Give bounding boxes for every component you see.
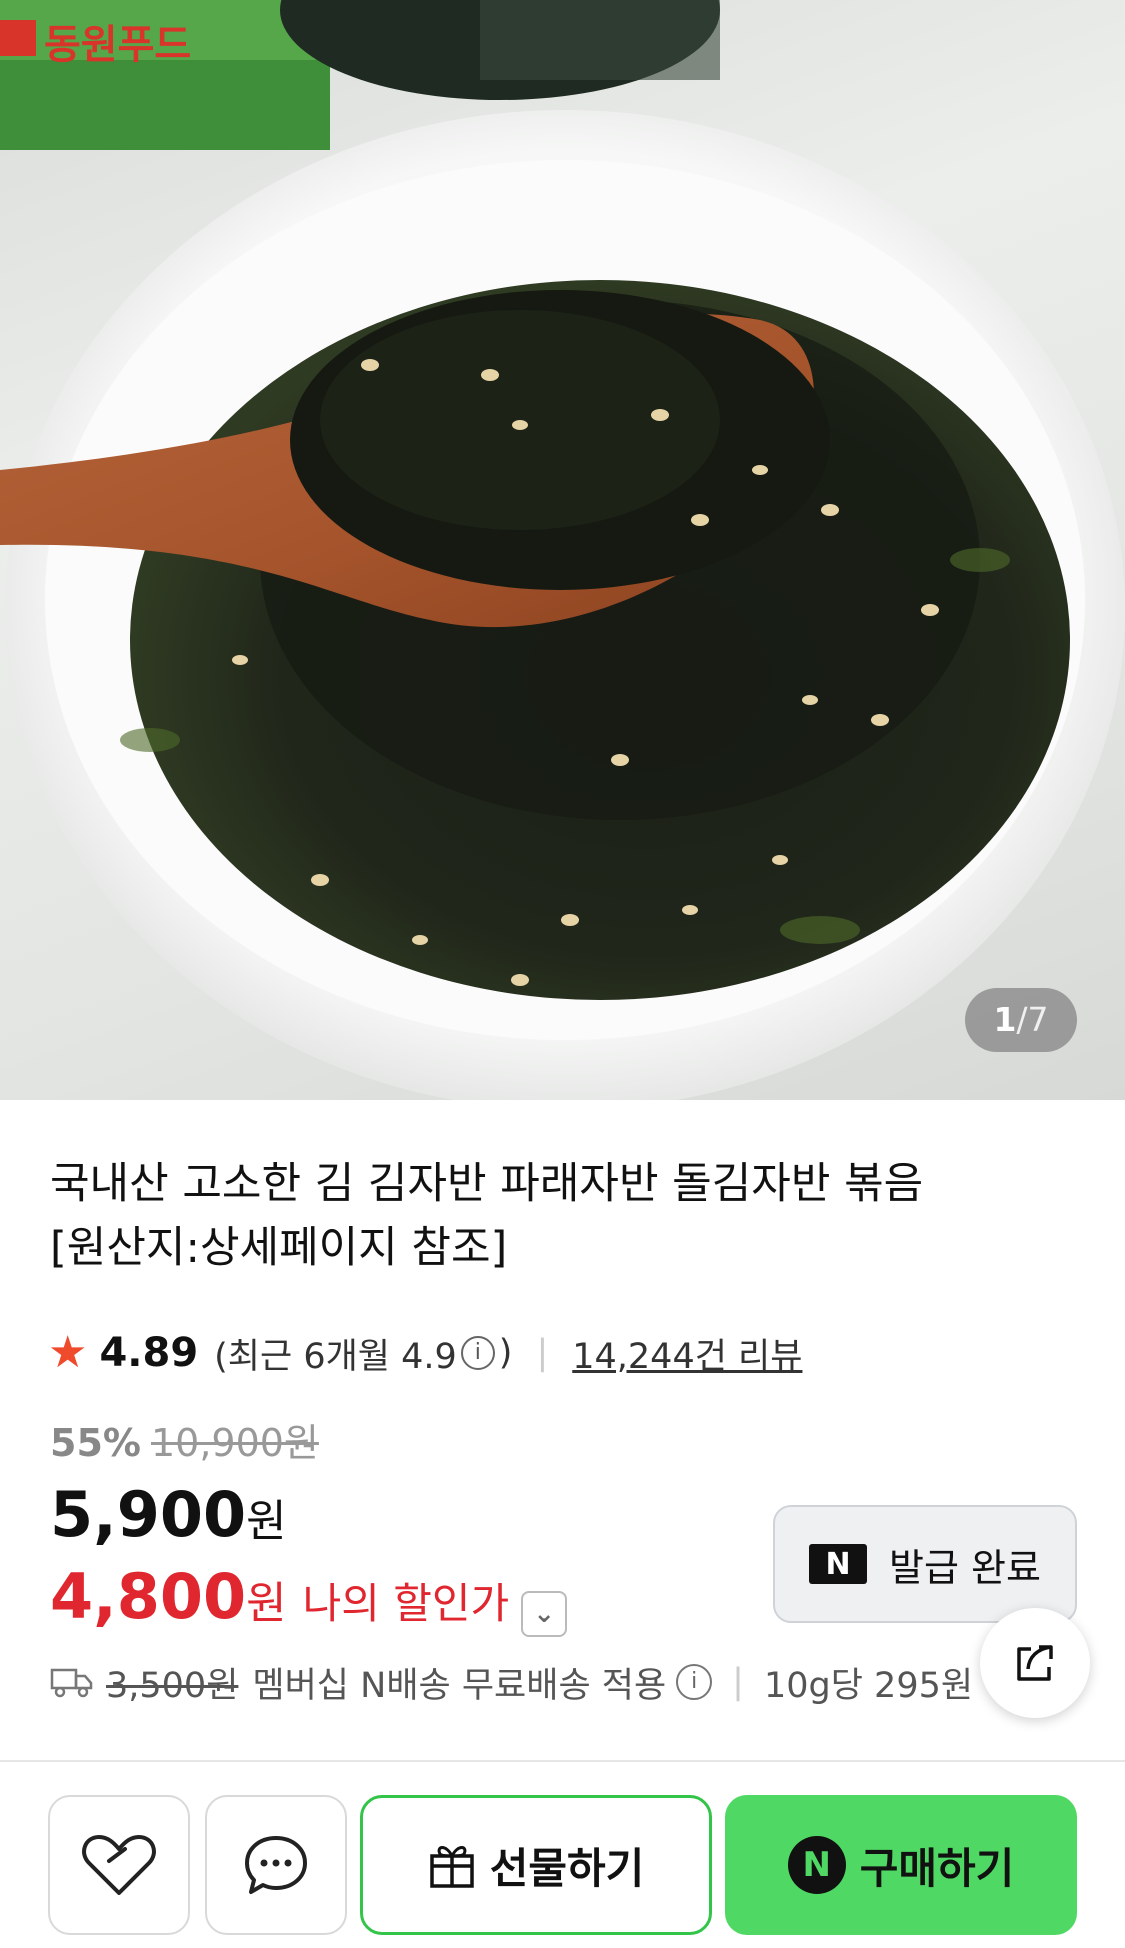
delivery-text: 멤버십 N배송 무료배송 적용 <box>252 1665 667 1706</box>
naver-n-icon: N <box>809 1544 868 1584</box>
pager-separator: / <box>1016 1000 1028 1039</box>
product-title-line2: [원산지:상세페이지 참조] <box>50 1223 508 1273</box>
recent-rating-suffix: ) <box>498 1333 513 1373</box>
product-title-line1: 국내산 고소한 김 김자반 파래자반 돌김자반 볶음 <box>50 1159 924 1209</box>
star-icon: ★ <box>48 1327 88 1378</box>
unit-price: 10g당 295원 <box>763 1665 974 1706</box>
buy-button[interactable]: N 구매하기 <box>725 1795 1077 1935</box>
heart-icon <box>82 1835 156 1895</box>
brand-logo-text: 동원푸드 <box>44 22 191 68</box>
reviews-link[interactable]: 14,244건 리뷰 <box>572 1328 802 1379</box>
wishlist-button[interactable] <box>48 1795 190 1935</box>
chat-bubble-icon <box>245 1836 307 1894</box>
gift-label: 선물하기 <box>489 1843 645 1893</box>
coupon-label: 발급 완료 <box>889 1545 1041 1590</box>
truck-icon <box>50 1668 93 1698</box>
pager-total: 7 <box>1027 1000 1049 1039</box>
discount-rate: 55% <box>50 1421 141 1465</box>
my-price-amount: 4,800 <box>50 1560 247 1633</box>
my-discount-price[interactable]: 4,800 원 나의 할인가 ⌄ <box>50 1560 568 1637</box>
pager-current: 1 <box>993 1000 1017 1039</box>
original-price: 10,900원 <box>150 1421 319 1465</box>
coupon-issued-button[interactable]: N 발급 완료 <box>773 1505 1077 1623</box>
share-button[interactable] <box>980 1608 1090 1718</box>
talk-button[interactable] <box>205 1795 347 1935</box>
recent-rating-prefix: (최근 6개월 4.9 <box>214 1336 457 1377</box>
info-icon[interactable]: i <box>676 1664 713 1700</box>
my-price-label: 나의 할인가 <box>302 1579 510 1628</box>
delivery-row: 3,500원 멤버십 N배송 무료배송 적용 i | 10g당 295원 <box>50 1654 973 1710</box>
product-image[interactable]: 동원푸드 1/7 <box>0 0 1125 1100</box>
delivery-separator: | <box>732 1662 744 1702</box>
discount-row: 55% 10,900원 <box>50 1412 319 1467</box>
share-icon <box>1017 1645 1053 1681</box>
sale-price-amount: 5,900 <box>50 1478 247 1551</box>
info-icon[interactable]: i <box>460 1336 495 1370</box>
rating-row: ★ 4.89 (최근 6개월 4.9 i ) | 14,244건 리뷰 <box>48 1325 802 1381</box>
chevron-down-icon[interactable]: ⌄ <box>521 1591 568 1637</box>
buy-label: 구매하기 <box>859 1843 1015 1893</box>
gift-icon <box>428 1840 476 1890</box>
my-price-currency: 원 <box>246 1578 287 1629</box>
divider <box>0 1760 1125 1762</box>
sale-price-currency: 원 <box>246 1496 287 1547</box>
delivery-fee-struck: 3,500원 <box>106 1665 239 1706</box>
naver-pay-icon: N <box>787 1836 846 1894</box>
gift-button[interactable]: 선물하기 <box>360 1795 712 1935</box>
rating-separator: | <box>536 1333 549 1373</box>
product-title: 국내산 고소한 김 김자반 파래자반 돌김자반 볶음 [원산지:상세페이지 참조… <box>50 1152 1050 1280</box>
rating-score: 4.89 <box>99 1330 199 1376</box>
image-pager: 1/7 <box>965 988 1077 1052</box>
product-photo: 동원푸드 <box>0 0 1125 1100</box>
sale-price: 5,900원 <box>50 1478 287 1551</box>
